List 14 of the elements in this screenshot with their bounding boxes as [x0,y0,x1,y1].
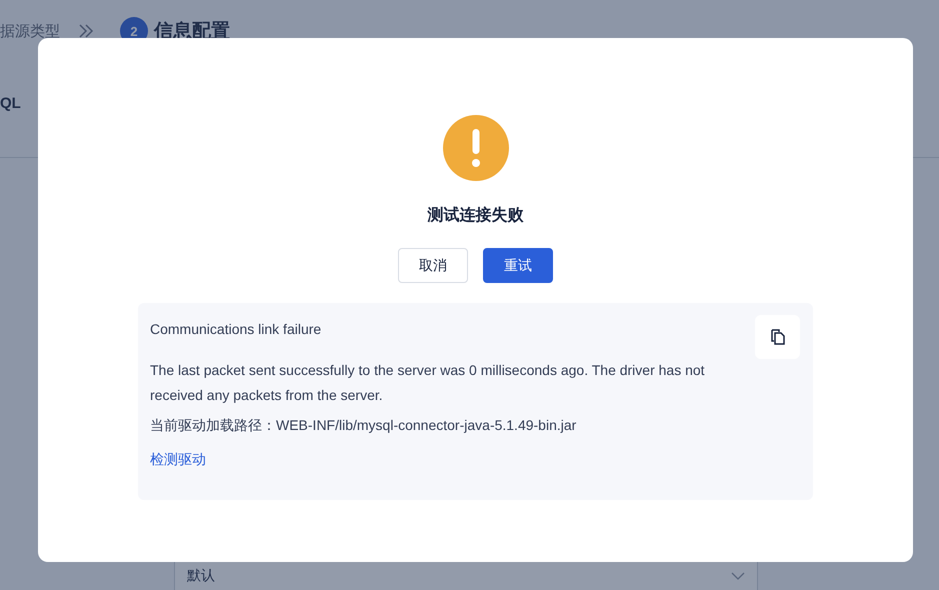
chevron-down-icon [731,572,745,580]
copy-icon [770,329,786,345]
copy-button[interactable] [755,315,800,359]
error-message: Communications link failure [150,320,322,339]
double-chevron-icon [78,24,94,38]
dialog-title: 测试连接失败 [428,205,524,226]
step-label: 据源类型 [0,22,60,40]
item-label: QL [0,95,21,112]
check-driver-link[interactable]: 检测驱动 [150,451,206,469]
error-message: The last packet sent successfully to the server was 0 milliseconds ago. The driver has not received any packets from the server. [150,361,706,405]
error-message: 当前驱动加载路径：WEB-INF/lib/mysql-connector-java-5.1.49-bin.jar [150,416,578,435]
retry-button[interactable]: 重试 [483,248,553,283]
warning-icon [442,115,508,181]
cancel-button[interactable]: 取消 [398,248,468,283]
